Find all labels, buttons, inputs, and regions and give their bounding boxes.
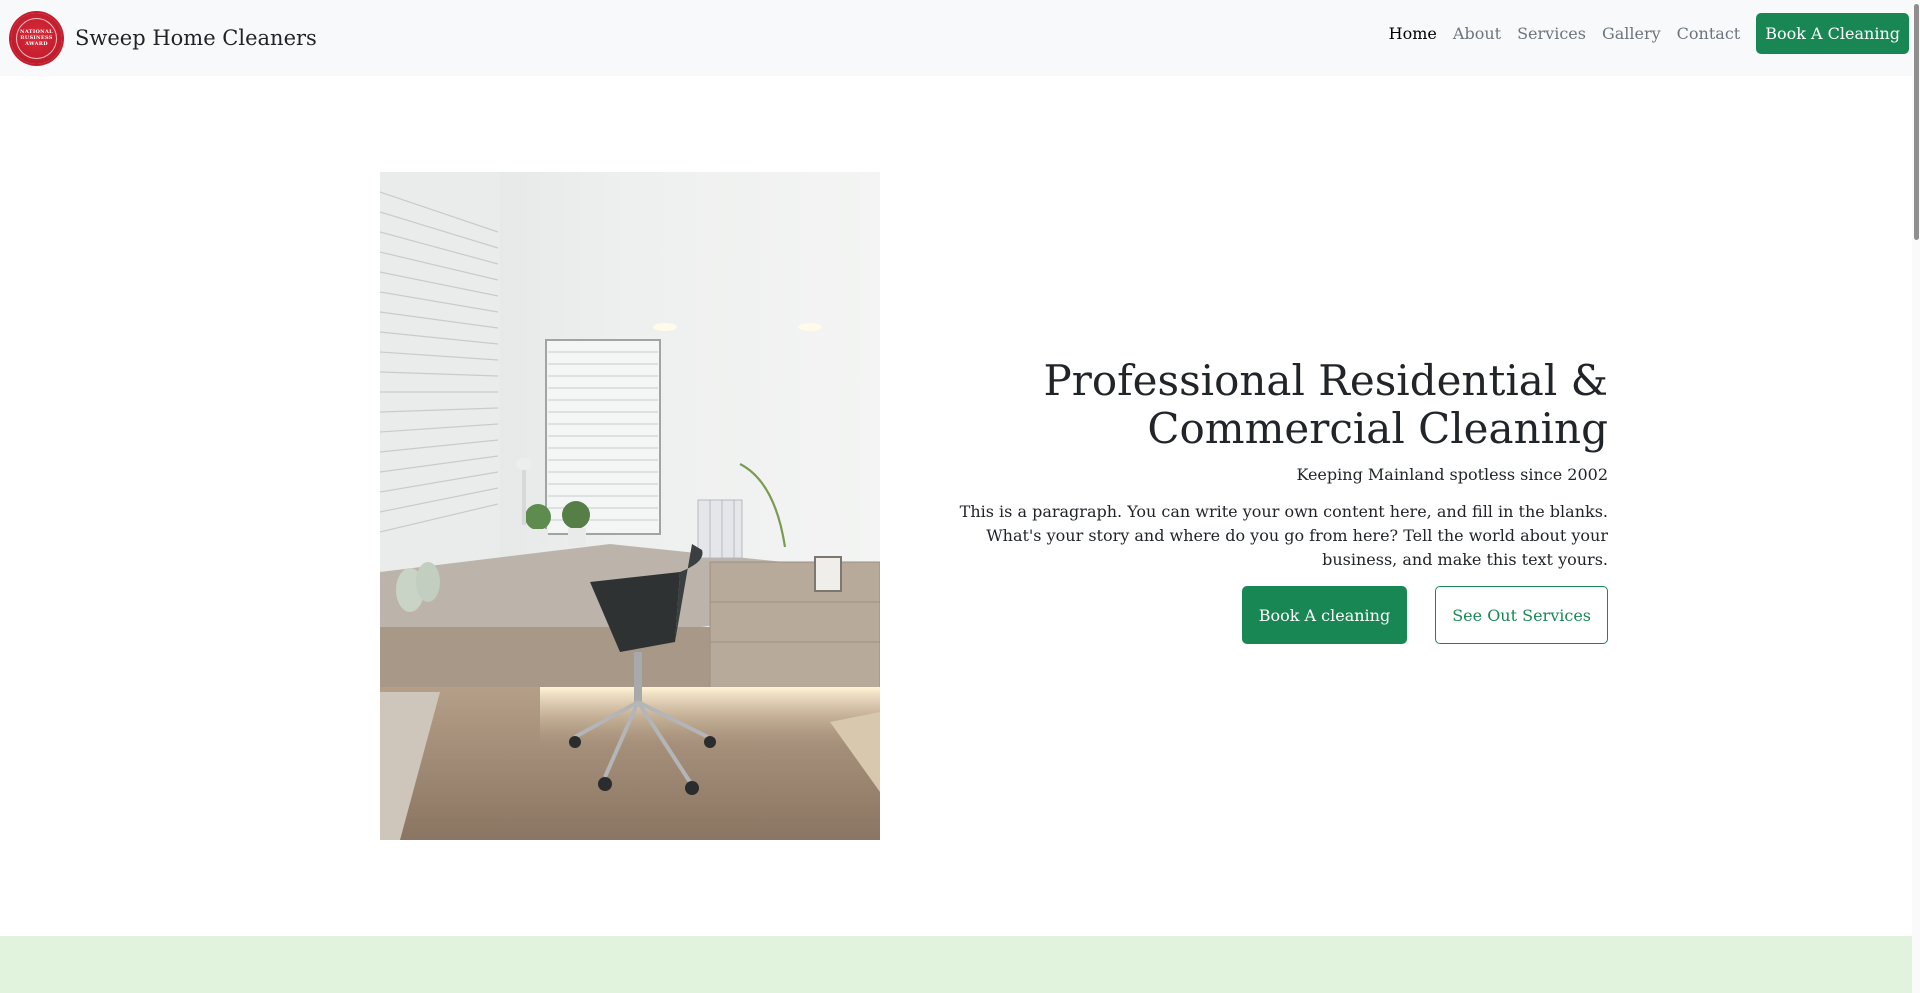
- badge-text: NATIONAL BUSINESS AWARD: [20, 29, 53, 47]
- brand-name[interactable]: Sweep Home Cleaners: [75, 26, 317, 50]
- nav-about[interactable]: About: [1453, 24, 1501, 43]
- hero-title: Professional Residential & Commercial Cl…: [958, 356, 1609, 453]
- page-scrollbar[interactable]: [1912, 0, 1920, 993]
- hero-buttons: Book A cleaning See Out Services: [958, 586, 1608, 644]
- award-badge-logo: NATIONAL BUSINESS AWARD: [11, 12, 62, 64]
- brand[interactable]: NATIONAL BUSINESS AWARD Sweep Home Clean…: [11, 12, 317, 64]
- scrollbar-thumb[interactable]: [1914, 4, 1919, 240]
- hero-text: Professional Residential & Commercial Cl…: [958, 357, 1608, 644]
- nav-home[interactable]: Home: [1389, 24, 1437, 43]
- book-cleaning-button[interactable]: Book A cleaning: [1241, 586, 1408, 644]
- hero-office-photo: [380, 172, 880, 840]
- see-services-button[interactable]: See Out Services: [1435, 586, 1608, 644]
- hero-paragraph: This is a paragraph. You can write your …: [959, 502, 1608, 569]
- main-nav: Home About Services Gallery Contact Book…: [1389, 13, 1909, 54]
- hero-title-line2: Commercial Cleaning: [1147, 404, 1608, 453]
- nav-contact[interactable]: Contact: [1677, 24, 1741, 43]
- book-cleaning-nav-button[interactable]: Book A Cleaning: [1756, 13, 1909, 54]
- navbar: NATIONAL BUSINESS AWARD Sweep Home Clean…: [0, 0, 1920, 76]
- nav-gallery[interactable]: Gallery: [1602, 24, 1661, 43]
- hero-title-line1: Professional Residential &: [1043, 356, 1609, 405]
- hero-subtitle: Keeping Mainland spotless since 2002: [1296, 465, 1608, 484]
- nav-services[interactable]: Services: [1517, 24, 1586, 43]
- next-section-band: [0, 936, 1920, 993]
